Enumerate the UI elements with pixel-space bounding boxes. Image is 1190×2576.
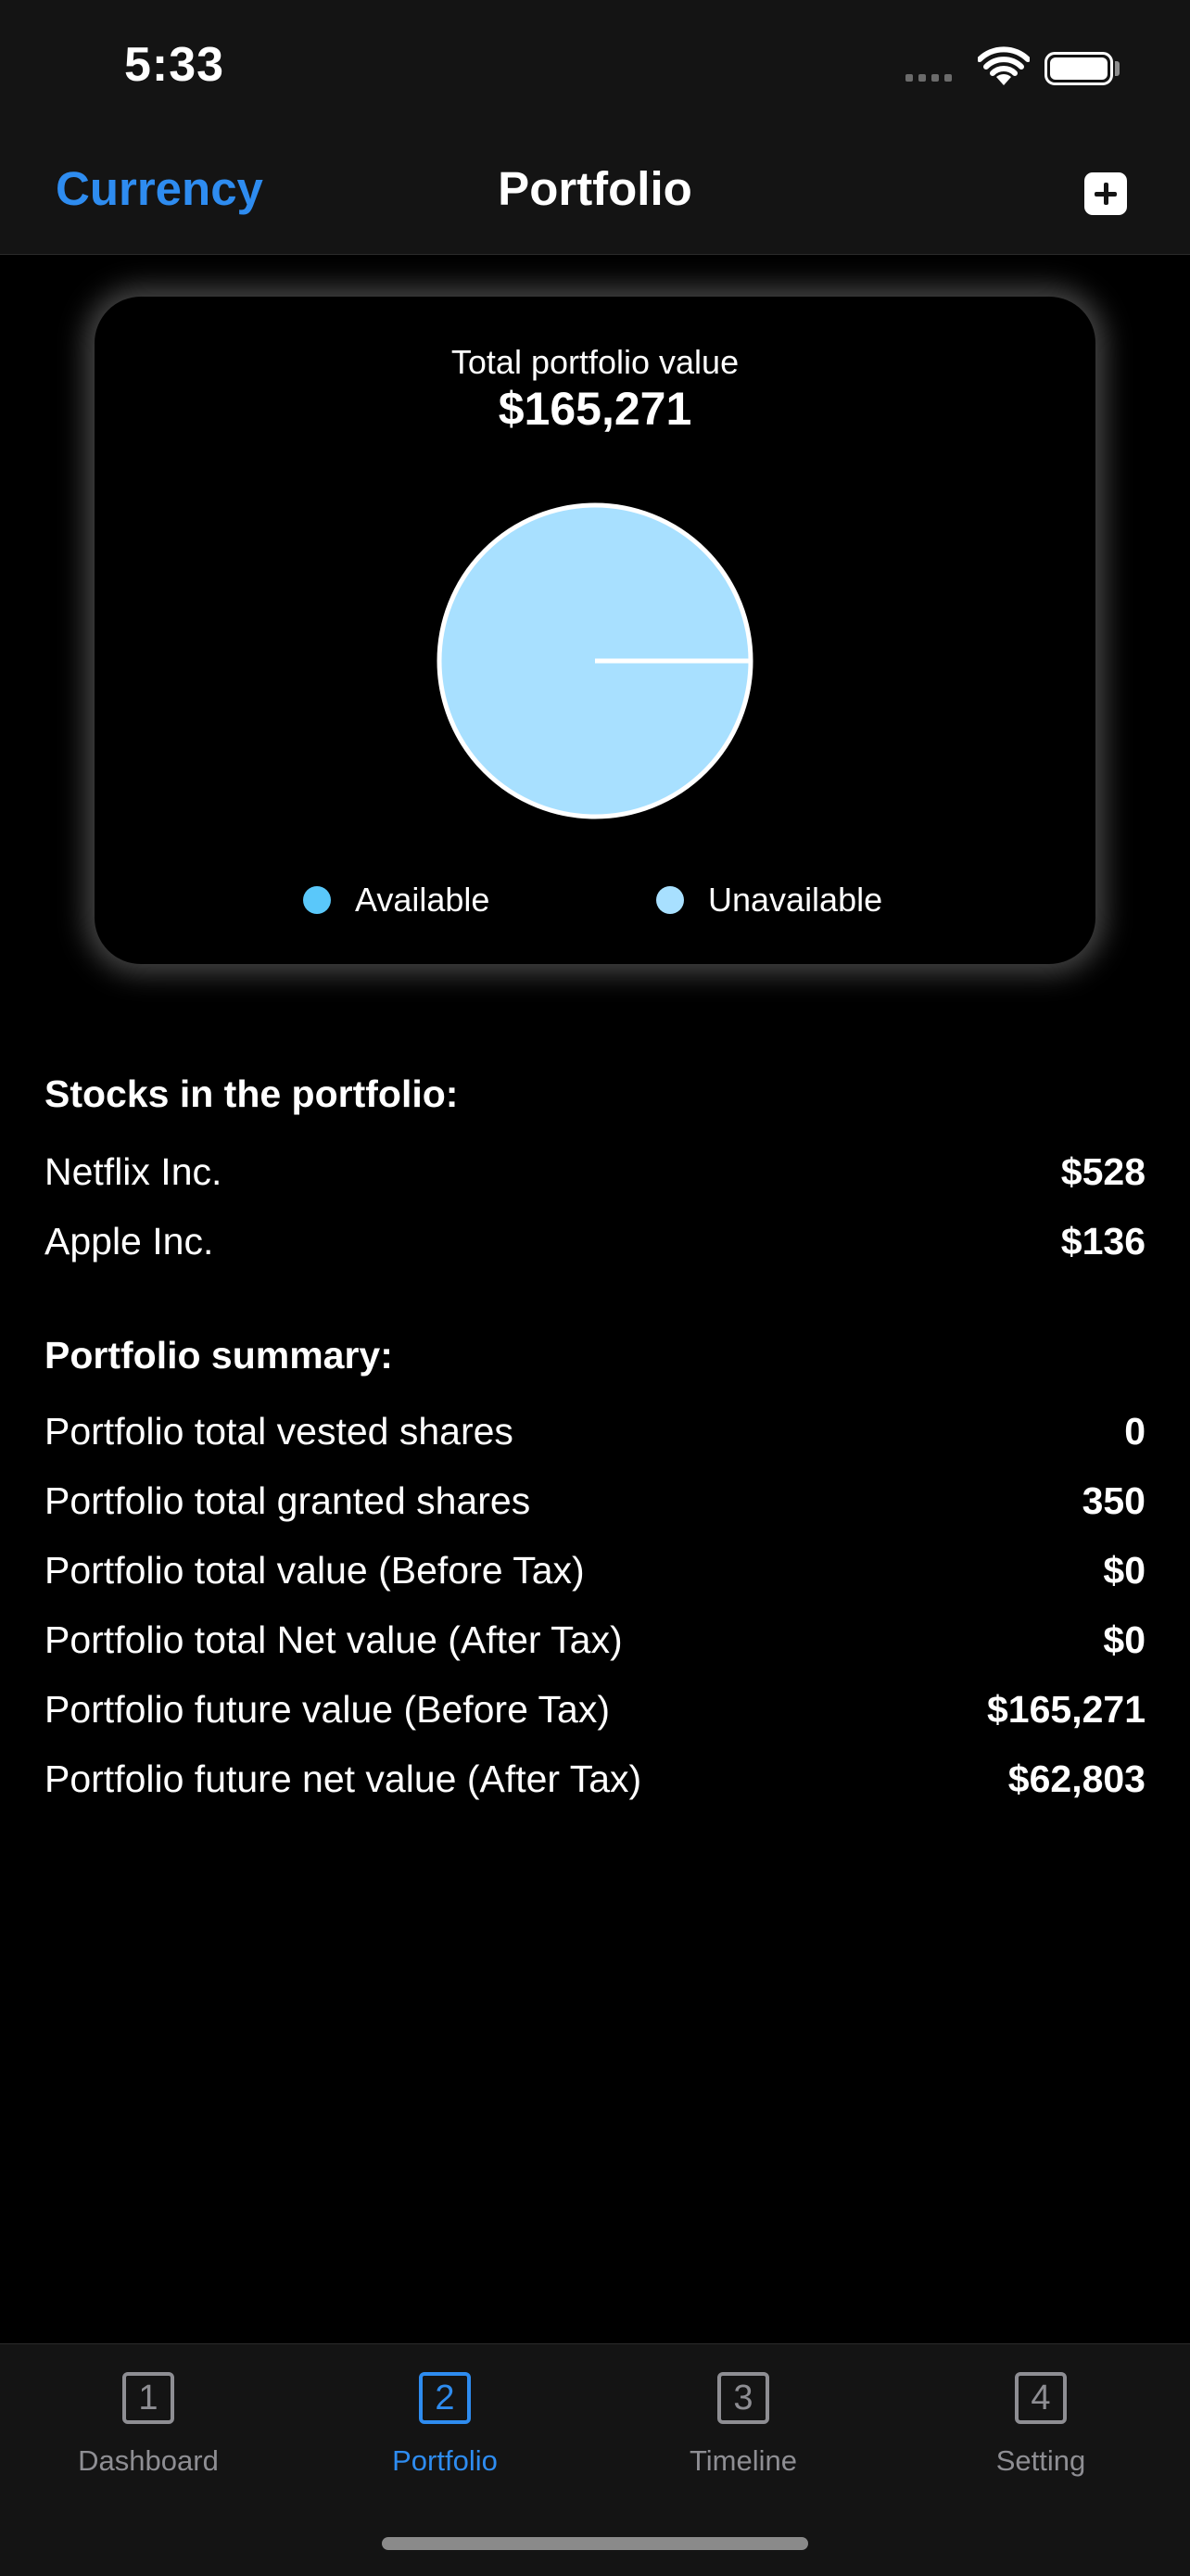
summary-label: Portfolio future net value (After Tax): [44, 1758, 642, 1800]
home-indicator[interactable]: [382, 2537, 808, 2550]
summary-row: Portfolio total value (Before Tax) $0: [44, 1549, 1146, 1605]
legend-label-unavailable: Unavailable: [708, 881, 883, 919]
summary-value: $0: [1103, 1618, 1146, 1661]
summary-row: Portfolio total granted shares 350: [44, 1479, 1146, 1535]
tab-setting[interactable]: 4 Setting: [892, 2344, 1189, 2493]
summary-value: 0: [1124, 1410, 1146, 1453]
cellular-signal-icon: [905, 74, 952, 82]
navigation-bar: Currency Portfolio: [0, 139, 1190, 255]
number-2-square-icon: 2: [419, 2372, 471, 2424]
number-4-square-icon: 4: [1015, 2372, 1067, 2424]
stock-name: Netflix Inc.: [44, 1150, 222, 1193]
stocks-section-title: Stocks in the portfolio:: [44, 1072, 459, 1115]
stock-name: Apple Inc.: [44, 1220, 214, 1263]
legend-label-available: Available: [355, 881, 490, 919]
tab-label: Dashboard: [78, 2444, 219, 2477]
summary-row: Portfolio total Net value (After Tax) $0: [44, 1618, 1146, 1674]
summary-value: 350: [1082, 1479, 1146, 1522]
tab-portfolio[interactable]: 2 Portfolio: [297, 2344, 593, 2493]
summary-label: Portfolio total Net value (After Tax): [44, 1618, 623, 1661]
summary-row: Portfolio future value (Before Tax) $165…: [44, 1688, 1146, 1744]
stock-row[interactable]: Apple Inc. $136: [44, 1220, 1146, 1275]
summary-row: Portfolio total vested shares 0: [44, 1410, 1146, 1466]
wifi-icon: [978, 46, 1030, 85]
summary-label: Portfolio total vested shares: [44, 1410, 513, 1453]
battery-icon: [1044, 52, 1113, 85]
stock-price: $136: [1060, 1220, 1146, 1263]
legend-dot-unavailable: [656, 886, 684, 914]
tab-label: Timeline: [690, 2444, 797, 2477]
summary-value: $62,803: [1007, 1758, 1146, 1800]
summary-value: $0: [1103, 1549, 1146, 1592]
legend-item-available: Available: [303, 881, 489, 920]
total-value-amount: $165,271: [498, 383, 692, 435]
summary-value: $165,271: [986, 1688, 1146, 1731]
tab-label: Setting: [995, 2444, 1086, 2477]
legend-item-unavailable: Unavailable: [656, 881, 882, 920]
summary-label: Portfolio total value (Before Tax): [44, 1549, 585, 1592]
summary-section-title: Portfolio summary:: [44, 1334, 393, 1377]
summary-row: Portfolio future net value (After Tax) $…: [44, 1758, 1146, 1813]
plus-square-icon[interactable]: [1084, 172, 1127, 215]
legend-dot-available: [303, 886, 331, 914]
chart-legend: Available Unavailable: [95, 881, 1095, 927]
tab-dashboard[interactable]: 1 Dashboard: [0, 2344, 297, 2493]
portfolio-pie-chart: [437, 502, 753, 819]
status-time: 5:33: [124, 38, 225, 92]
status-bar: 5:33: [0, 0, 1190, 139]
stock-row[interactable]: Netflix Inc. $528: [44, 1150, 1146, 1206]
stock-price: $528: [1060, 1150, 1146, 1193]
tab-label: Portfolio: [392, 2444, 498, 2477]
portfolio-value-card: Total portfolio value $165,271 Available…: [95, 297, 1095, 964]
tab-timeline[interactable]: 3 Timeline: [595, 2344, 892, 2493]
currency-button[interactable]: Currency: [56, 161, 263, 216]
number-1-square-icon: 1: [122, 2372, 174, 2424]
number-3-square-icon: 3: [717, 2372, 769, 2424]
summary-label: Portfolio total granted shares: [44, 1479, 531, 1522]
total-value-label: Total portfolio value: [450, 343, 740, 381]
battery-cap: [1115, 61, 1120, 76]
summary-label: Portfolio future value (Before Tax): [44, 1688, 610, 1731]
